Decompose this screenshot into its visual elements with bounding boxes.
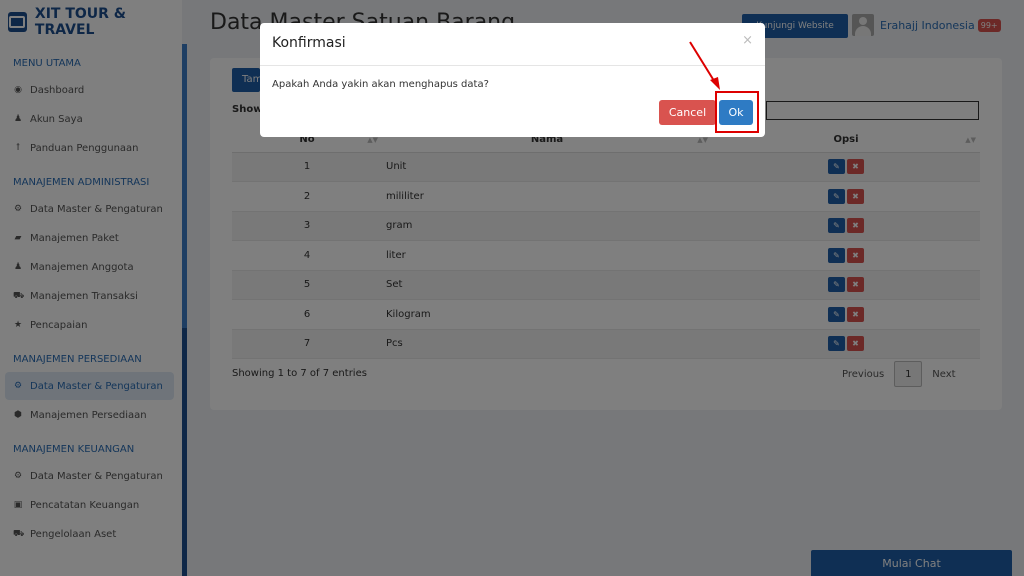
- close-icon[interactable]: ×: [742, 33, 753, 48]
- dialog-message: Apakah Anda yakin akan menghapus data?: [272, 79, 489, 90]
- cancel-button[interactable]: Cancel: [659, 100, 716, 125]
- dialog-title: Konfirmasi: [272, 35, 346, 51]
- dialog-divider: [260, 65, 765, 66]
- highlight-box: [715, 91, 759, 133]
- confirm-dialog: Konfirmasi × Apakah Anda yakin akan meng…: [260, 23, 765, 137]
